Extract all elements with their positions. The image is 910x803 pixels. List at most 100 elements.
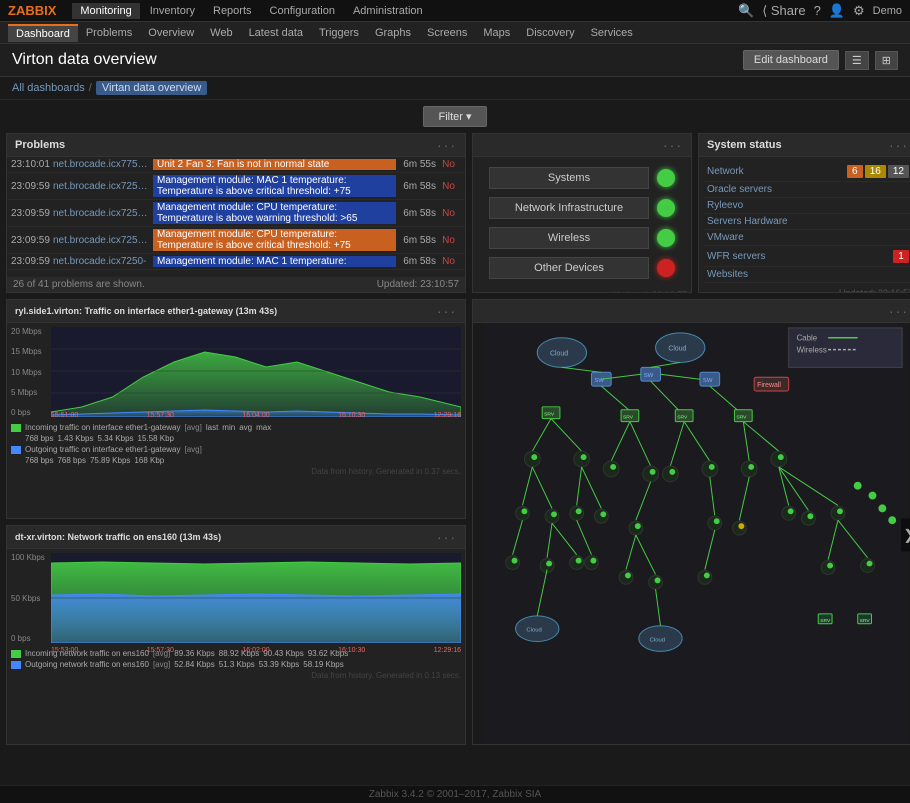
nav-inventory[interactable]: Inventory <box>142 3 203 19</box>
chart2-menu[interactable]: ··· <box>437 529 457 545</box>
list-item: Websites <box>703 267 910 283</box>
help-icon[interactable]: ? <box>814 3 821 18</box>
system-status-header: System status ··· <box>699 134 910 157</box>
chart2-updated: Updated: 23:16:57 <box>7 743 465 745</box>
problem-desc: Unit 2 Fan 3: Fan is not in normal state <box>153 159 396 170</box>
legend-incoming-label: Incoming traffic on interface ether1-gat… <box>25 423 181 432</box>
legend-incoming-color <box>11 424 21 432</box>
ss-wfr-servers[interactable]: WFR servers <box>707 251 889 262</box>
ss-value[interactable]: 12 <box>888 165 909 178</box>
map-scroll-right[interactable]: ❯ <box>901 519 910 552</box>
legend-outgoing-color <box>11 446 21 454</box>
chart1-header: ryl.side1.virton: Traffic on interface e… <box>7 300 465 323</box>
ss-value[interactable]: 16 <box>865 165 886 178</box>
settings-icon[interactable]: ⚙ <box>853 3 865 19</box>
nav-administration[interactable]: Administration <box>345 3 431 19</box>
problem-duration: 6m 58s <box>396 181 436 192</box>
hostgroups-updated: Updated: 23:16:57 <box>473 289 691 293</box>
problem-ack: No <box>436 208 461 219</box>
svg-text:Wireless: Wireless <box>797 346 827 355</box>
ss-network[interactable]: Network <box>707 166 843 177</box>
nav-latest-data[interactable]: Latest data <box>241 25 311 41</box>
hostgroup-other-button[interactable]: Other Devices <box>489 257 649 279</box>
share-button[interactable]: ⟨ Share <box>762 3 805 19</box>
problems-widget-menu[interactable]: ··· <box>437 137 457 153</box>
system-status-updated: Updated: 23:16:57 <box>699 287 910 293</box>
filter-button[interactable]: Filter ▾ <box>423 106 486 127</box>
problem-desc: Management module: CPU temperature: Temp… <box>153 229 396 251</box>
chart1-menu[interactable]: ··· <box>437 303 457 319</box>
breadcrumb-parent[interactable]: All dashboards <box>12 82 85 94</box>
nav-graphs[interactable]: Graphs <box>367 25 419 41</box>
problem-time: 23:09:59 <box>11 181 53 192</box>
hostgroups-list: Systems Network Infrastructure Wireless … <box>473 157 691 289</box>
problem-host[interactable]: net.brocade.icx7750-48F.stacked <box>53 159 153 170</box>
legend-out-avg-label: [avg] <box>185 445 202 454</box>
nav-reports[interactable]: Reports <box>205 3 260 19</box>
ss-websites[interactable]: Websites <box>707 269 909 280</box>
legend2-incoming-color <box>11 650 21 658</box>
map-content[interactable]: Cable Wireless Cloud Cloud SW <box>473 323 910 745</box>
problem-host[interactable]: net.brocade.icx7250-48.stacked <box>53 208 153 219</box>
problems-count: 26 of 41 problems are shown. <box>13 279 145 290</box>
search-icon[interactable]: 🔍 <box>738 3 754 19</box>
ss-value[interactable]: 1 <box>893 250 909 263</box>
map-widget-menu[interactable]: ··· <box>889 303 909 319</box>
system-status-menu[interactable]: ··· <box>889 137 909 153</box>
problem-host[interactable]: net.brocade.icx7250- <box>53 256 153 267</box>
nav-maps[interactable]: Maps <box>475 25 518 41</box>
problem-host[interactable]: net.brocade.icx7250-48.stacked <box>53 235 153 246</box>
filter-bar: Filter ▾ <box>6 106 904 127</box>
problem-host[interactable]: net.brocade.icx7250-48.stacked <box>53 181 153 192</box>
nav-problems[interactable]: Problems <box>78 25 140 41</box>
chart-widget-2: dt-xr.virton: Network traffic on ens160 … <box>6 525 466 745</box>
nav-configuration[interactable]: Configuration <box>262 3 343 19</box>
legend-avg-val: avg <box>239 423 252 432</box>
ss-oracle[interactable]: Oracle servers <box>707 184 909 195</box>
svg-text:Cloud: Cloud <box>526 628 541 634</box>
problem-time: 23:09:59 <box>11 235 53 246</box>
ss-vmware[interactable]: VMware <box>707 232 909 243</box>
nav-web[interactable]: Web <box>202 25 240 41</box>
user-icon[interactable]: 👤 <box>829 3 845 19</box>
hostgroup-wireless-button[interactable]: Wireless <box>489 227 649 249</box>
status-dot-green <box>657 169 675 187</box>
ss-ryleevo[interactable]: Ryleevo <box>707 200 909 211</box>
svg-text:SW: SW <box>644 373 654 379</box>
problems-widget-header: Problems ··· <box>7 134 465 157</box>
chart2-header: dt-xr.virton: Network traffic on ens160 … <box>7 526 465 549</box>
hostgroup-network-button[interactable]: Network Infrastructure <box>489 197 649 219</box>
hostgroups-widget-menu[interactable]: ··· <box>663 137 683 153</box>
dashboard-list-icon[interactable]: ☰ <box>845 51 869 70</box>
nav-overview[interactable]: Overview <box>140 25 202 41</box>
dashboard-grid-icon[interactable]: ⊞ <box>875 51 898 70</box>
nav-discovery[interactable]: Discovery <box>518 25 582 41</box>
top-nav-right: 🔍 ⟨ Share ? 👤 ⚙ Demo <box>738 3 902 19</box>
system-status-list: Network 6 16 12 Oracle servers Ryleevo <box>699 157 910 287</box>
chart1-legend: Incoming traffic on interface ether1-gat… <box>11 423 461 465</box>
network-map-svg: Cable Wireless Cloud Cloud SW <box>473 323 910 745</box>
problem-duration: 6m 58s <box>396 256 436 267</box>
nav-triggers[interactable]: Triggers <box>311 25 367 41</box>
chart2-content: 100 Kbps 50 Kbps 0 bps <box>11 553 461 643</box>
edit-dashboard-button[interactable]: Edit dashboard <box>743 50 839 70</box>
list-item: Network 6 16 12 <box>703 161 910 182</box>
nav-screens[interactable]: Screens <box>419 25 475 41</box>
hostgroup-systems-button[interactable]: Systems <box>489 167 649 189</box>
nav-services[interactable]: Services <box>583 25 641 41</box>
svg-text:SRV: SRV <box>820 618 831 624</box>
page-footer: Zabbix 3.4.2 © 2001–2017, Zabbix SIA <box>0 785 910 803</box>
chart1-incoming-avg: 768 bps <box>25 434 53 443</box>
problem-desc: Management module: MAC 1 temperature: Te… <box>153 175 396 197</box>
chart1-area: 20 Mbps 15 Mbps 10 Mbps 5 Mbps 0 bps <box>7 323 465 517</box>
ss-servers-hardware[interactable]: Servers Hardware <box>707 216 909 227</box>
nav-monitoring[interactable]: Monitoring <box>72 3 139 19</box>
nav-dashboard[interactable]: Dashboard <box>8 24 78 42</box>
ss-value[interactable]: 6 <box>847 165 863 178</box>
svg-text:Firewall: Firewall <box>757 382 781 389</box>
problem-time: 23:10:01 <box>11 159 53 170</box>
page-header: Virton data overview Edit dashboard ☰ ⊞ <box>0 44 910 77</box>
legend-max-label: max <box>256 423 271 432</box>
breadcrumb-separator: / <box>89 82 92 94</box>
top-nav-items: Monitoring Inventory Reports Configurati… <box>72 3 738 19</box>
